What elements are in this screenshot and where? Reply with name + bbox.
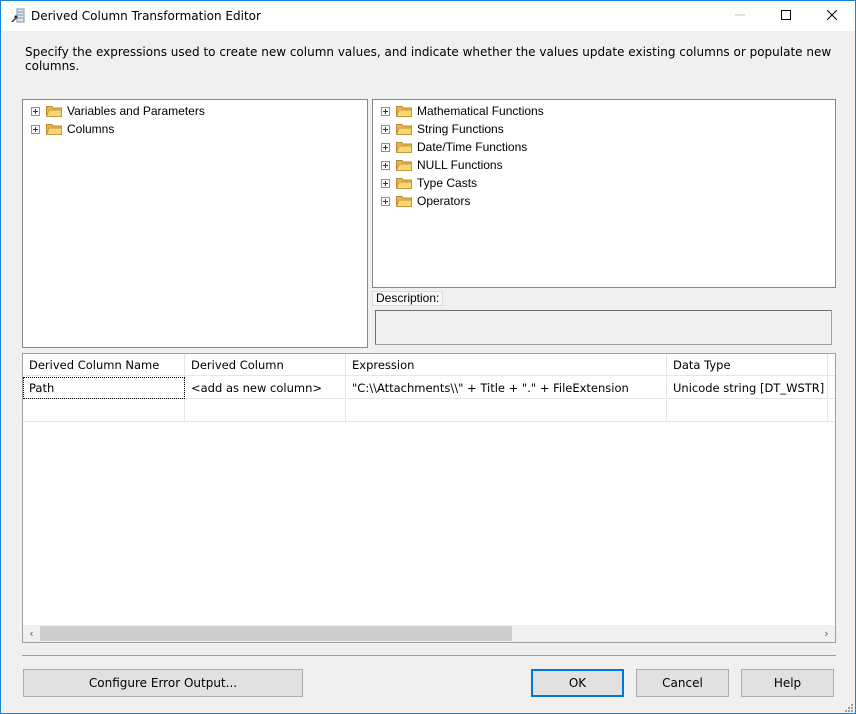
cell-length[interactable] <box>828 400 835 422</box>
cell-data-type[interactable] <box>667 400 828 422</box>
tree-item-label: String Functions <box>417 122 504 136</box>
folder-icon <box>46 123 62 135</box>
tree-item-mathematical-functions[interactable]: Mathematical Functions <box>373 102 835 120</box>
derived-columns-grid[interactable]: Derived Column Name Derived Column Expre… <box>22 353 836 643</box>
tree-item-label: Variables and Parameters <box>67 104 205 118</box>
horizontal-scrollbar[interactable]: ‹ › <box>23 625 835 642</box>
tree-item-string-functions[interactable]: String Functions <box>373 120 835 138</box>
folder-icon <box>396 123 412 135</box>
tree-item-date-time-functions[interactable]: Date/Time Functions <box>373 138 835 156</box>
description-box <box>375 310 832 345</box>
column-header-length[interactable]: L <box>828 354 835 376</box>
expand-icon[interactable] <box>381 160 390 170</box>
tree-item-label: Type Casts <box>417 176 478 190</box>
tree-item-variables-and-parameters[interactable]: Variables and Parameters <box>23 102 367 120</box>
folder-icon <box>396 195 412 207</box>
expand-icon[interactable] <box>381 142 390 152</box>
scrollbar-thumb[interactable] <box>40 626 512 641</box>
maximize-button[interactable] <box>763 1 809 31</box>
derived-column-app-icon <box>10 8 26 24</box>
cell-derived-column[interactable]: <add as new column> <box>185 377 346 399</box>
folder-icon <box>396 177 412 189</box>
column-header-derived-column-name[interactable]: Derived Column Name <box>23 354 185 376</box>
help-button[interactable]: Help <box>741 669 834 697</box>
cell-data-type[interactable]: Unicode string [DT_WSTR] <box>667 377 828 399</box>
folder-icon <box>396 105 412 117</box>
tree-item-label: Mathematical Functions <box>417 104 544 118</box>
minimize-button[interactable] <box>717 1 763 31</box>
expand-icon[interactable] <box>381 124 390 134</box>
instructions-text: Specify the expressions used to create n… <box>25 45 832 73</box>
grid-header-row: Derived Column Name Derived Column Expre… <box>23 354 835 376</box>
expand-icon[interactable] <box>381 196 390 206</box>
close-icon <box>826 9 838 23</box>
cell-derived-column-name[interactable]: Path <box>23 377 185 399</box>
expand-icon[interactable] <box>31 106 40 116</box>
scroll-right-icon[interactable]: › <box>818 625 835 642</box>
column-header-expression[interactable]: Expression <box>346 354 667 376</box>
configure-error-output-button[interactable]: Configure Error Output... <box>23 669 303 697</box>
variables-columns-tree[interactable]: Variables and Parameters Columns <box>22 99 368 348</box>
minimize-icon <box>735 9 745 23</box>
table-row-new[interactable] <box>23 400 835 422</box>
tree-item-operators[interactable]: Operators <box>373 192 835 210</box>
tree-item-label: Columns <box>67 122 115 136</box>
tree-item-type-casts[interactable]: Type Casts <box>373 174 835 192</box>
tree-item-null-functions[interactable]: NULL Functions <box>373 156 835 174</box>
tree-item-label: Operators <box>417 194 471 208</box>
folder-icon <box>396 159 412 171</box>
functions-tree[interactable]: Mathematical Functions String Functions … <box>372 99 836 288</box>
close-button[interactable] <box>809 1 855 31</box>
tree-item-label: Date/Time Functions <box>417 140 528 154</box>
resize-grip-icon[interactable] <box>843 701 853 712</box>
description-label: Description: <box>372 291 444 306</box>
ok-button[interactable]: OK <box>531 669 624 697</box>
expand-icon[interactable] <box>381 178 390 188</box>
folder-icon <box>396 141 412 153</box>
table-row[interactable]: Path <add as new column> "C:\\Attachment… <box>23 377 835 399</box>
expand-icon[interactable] <box>31 124 40 134</box>
cell-derived-column[interactable] <box>185 400 346 422</box>
cell-expression[interactable]: "C:\\Attachments\\" + Title + "." + File… <box>346 377 667 399</box>
cell-expression[interactable] <box>346 400 667 422</box>
tree-item-label: NULL Functions <box>417 158 503 172</box>
window-title: Derived Column Transformation Editor <box>31 9 261 23</box>
separator <box>22 655 836 656</box>
tree-item-columns[interactable]: Columns <box>23 120 367 138</box>
maximize-icon <box>781 9 791 23</box>
column-header-derived-column[interactable]: Derived Column <box>185 354 346 376</box>
cell-derived-column-name[interactable] <box>23 400 185 422</box>
cancel-button[interactable]: Cancel <box>636 669 729 697</box>
cell-length[interactable] <box>828 377 835 399</box>
column-header-data-type[interactable]: Data Type <box>667 354 828 376</box>
title-bar[interactable]: Derived Column Transformation Editor <box>1 1 855 31</box>
dialog-window: Derived Column Transformation Editor Spe… <box>0 0 856 714</box>
folder-icon <box>46 105 62 117</box>
expand-icon[interactable] <box>381 106 390 116</box>
scroll-left-icon[interactable]: ‹ <box>23 625 40 642</box>
